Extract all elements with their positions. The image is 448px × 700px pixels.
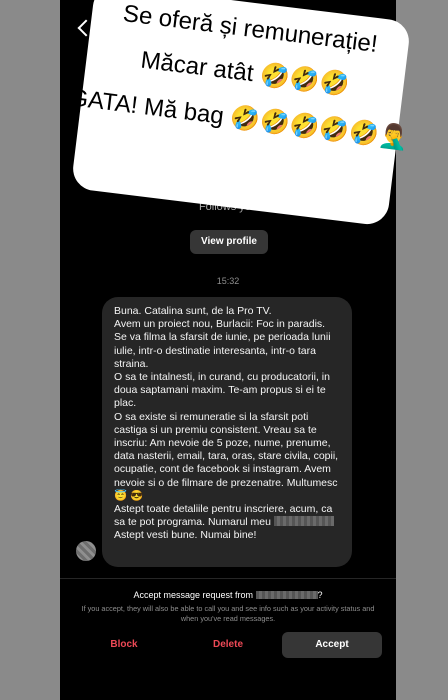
block-button[interactable]: Block (84, 632, 164, 658)
accept-button[interactable]: Accept (282, 632, 382, 658)
message-paragraph: Astept toate detaliile pentru inscriere,… (114, 503, 340, 543)
request-actions: Block Delete Accept (60, 632, 396, 658)
message-paragraph: O sa existe si remuneratie si la sfarsit… (114, 410, 339, 502)
message-request-info: If you accept, they will also be able to… (81, 604, 375, 623)
view-profile-button[interactable]: View profile (190, 230, 268, 254)
divider (60, 578, 396, 579)
request-title-text: Accept message request from (133, 590, 254, 600)
message-paragraph: Buna. Catalina sunt, de la Pro TV. (114, 305, 272, 317)
delete-button[interactable]: Delete (188, 632, 268, 658)
request-title-end: ? (317, 590, 323, 600)
story-caption-sticker: Se oferă și remunerație! Măcar atât 🤣🤣🤣 … (68, 0, 412, 227)
message-paragraph: Avem un proiect nou, Burlacii: Foc in pa… (114, 318, 331, 370)
message-paragraph: O sa te intalnesti, in curand, cu produc… (114, 371, 330, 410)
message-request-title: Accept message request from ? (60, 590, 396, 600)
redacted-phone-number (273, 516, 334, 527)
message-timestamp: 15:32 (216, 276, 240, 286)
message-text: Astept vesti bune. Numai bine! (114, 529, 257, 542)
message-bubble: Buna. Catalina sunt, de la Pro TV. Avem … (102, 297, 352, 567)
redacted-username (255, 591, 318, 599)
sender-avatar[interactable] (76, 541, 96, 561)
